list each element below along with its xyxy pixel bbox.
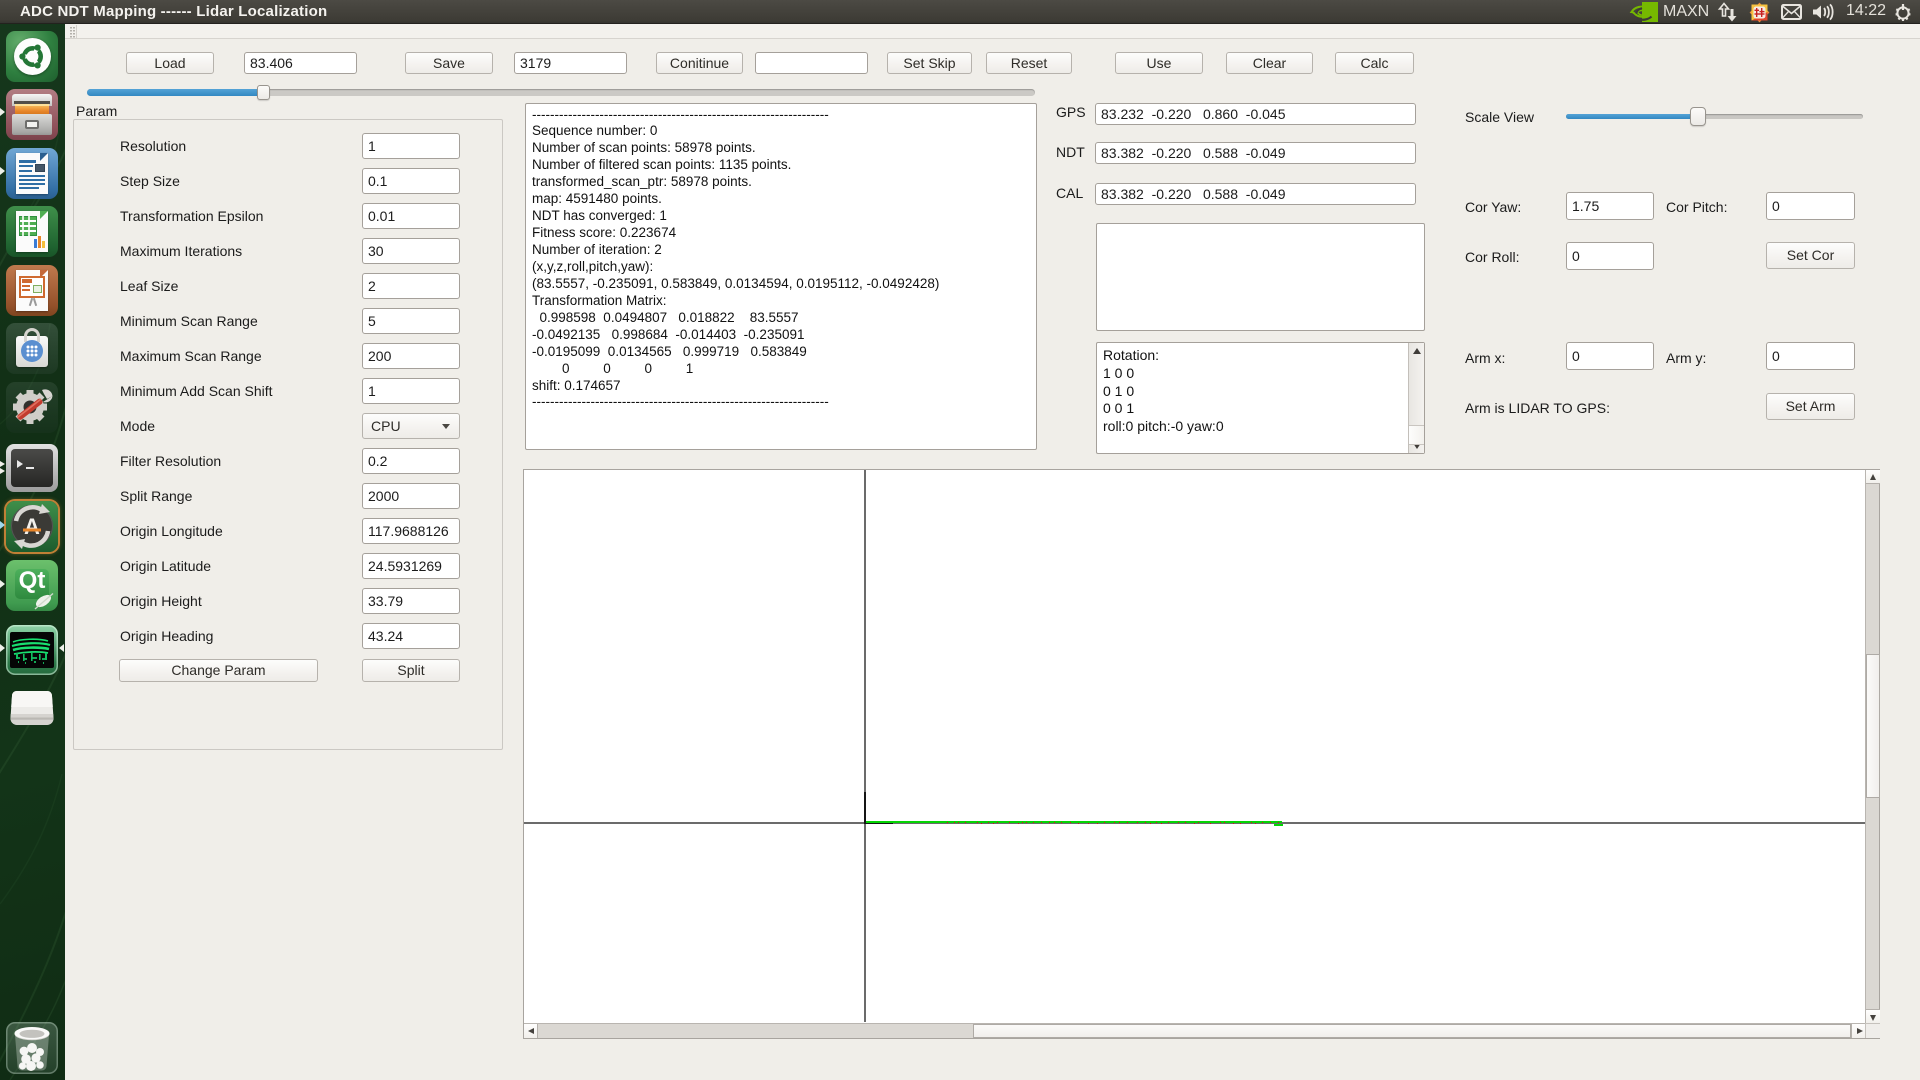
svg-text:A: A <box>24 514 40 539</box>
